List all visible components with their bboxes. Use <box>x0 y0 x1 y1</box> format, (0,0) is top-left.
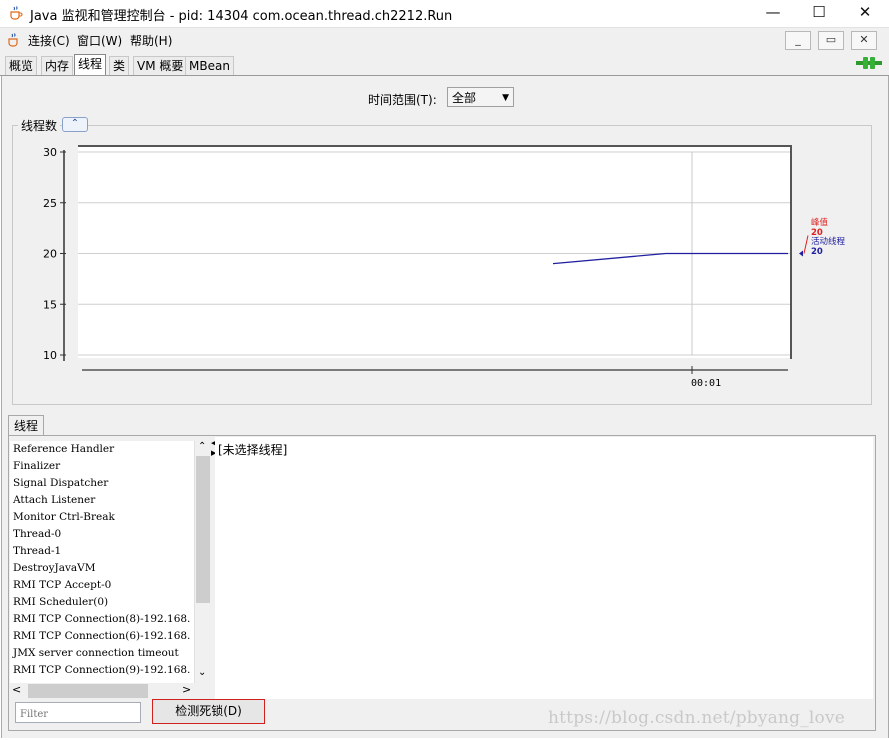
y-tick-label: 30 <box>43 146 57 159</box>
thread-list-horizontal-scrollbar[interactable]: < > <box>10 683 194 699</box>
time-range-value: 全部 <box>452 91 477 105</box>
peak-leader-line <box>803 235 809 254</box>
tab-overview[interactable]: 概览 <box>5 56 38 75</box>
y-tick-label: 15 <box>43 298 57 311</box>
title-bar: Java 监视和管理控制台 - pid: 14304 com.ocean.thr… <box>0 0 889 26</box>
detect-deadlock-button[interactable]: 检测死锁(D) <box>152 699 265 724</box>
time-range-select[interactable]: 全部 ▼ <box>447 87 514 107</box>
thread-list-item[interactable]: Thread-0 <box>13 528 61 540</box>
inner-minimize-button[interactable]: _ <box>785 31 811 50</box>
minimize-button[interactable]: — <box>750 0 796 26</box>
y-tick-label: 10 <box>43 349 57 362</box>
vertical-scroll-thumb[interactable] <box>196 456 210 603</box>
thread-list[interactable]: Reference Handler Finalizer Signal Dispatc… <box>10 441 196 683</box>
thread-list-item[interactable]: RMI TCP Connection(8)-192.168. <box>13 613 190 625</box>
thread-list-item[interactable]: RMI TCP Connection(6)-192.168. <box>13 630 190 642</box>
chevron-down-icon: ▼ <box>502 93 509 103</box>
inner-restore-button[interactable]: ▭ <box>818 31 844 50</box>
chart-title: 线程数 <box>18 117 61 134</box>
scroll-down-icon[interactable]: ⌄ <box>198 667 206 678</box>
chevron-up-icon: ⌃ <box>70 118 80 129</box>
thread-list-item[interactable]: RMI Scheduler(0) <box>13 596 108 608</box>
thread-list-item[interactable]: RMI TCP Connection(9)-192.168. <box>13 664 190 676</box>
plot-area <box>78 145 792 358</box>
legend-value: 20 <box>811 247 823 257</box>
inner-close-button[interactable]: ✕ <box>851 31 877 50</box>
thread-list-item[interactable]: JMX server connection timeout <box>13 647 179 659</box>
thread-list-item[interactable]: Thread-1 <box>13 545 61 557</box>
collapse-chart-button[interactable]: ⌃ <box>62 117 88 132</box>
connection-status-icon <box>856 56 882 70</box>
java-coffee-icon <box>6 32 22 48</box>
close-button[interactable]: ✕ <box>842 0 888 26</box>
threads-subtab[interactable]: 线程 <box>8 415 45 436</box>
thread-list-item[interactable]: Attach Listener <box>13 494 95 506</box>
thread-list-vertical-scrollbar[interactable]: ⌃ ⌄ <box>194 441 211 683</box>
thread-list-item[interactable]: Reference Handler <box>13 443 114 455</box>
menu-connect[interactable]: 连接(C) <box>28 32 70 49</box>
menu-window[interactable]: 窗口(W) <box>77 32 122 49</box>
tab-threads[interactable]: 线程 <box>74 54 107 75</box>
thread-list-item[interactable]: Signal Dispatcher <box>13 477 108 489</box>
window-title: Java 监视和管理控制台 - pid: 14304 com.ocean.thr… <box>30 9 453 24</box>
time-range-label: 时间范围(T): <box>368 93 437 107</box>
tab-mbean[interactable]: MBean <box>185 56 234 75</box>
filter-input[interactable] <box>15 702 141 723</box>
menu-help[interactable]: 帮助(H) <box>130 32 172 49</box>
menu-bar: 连接(C) 窗口(W) 帮助(H) _ ▭ ✕ <box>0 27 889 52</box>
thread-list-item[interactable]: RMI TCP Accept-0 <box>13 579 111 591</box>
horizontal-scroll-thumb[interactable] <box>28 684 148 698</box>
x-tick-label: 00:01 <box>691 378 721 389</box>
thread-count-chart: 101520253000:01峰值20活动线程20 <box>43 145 846 389</box>
legend-label: 活动线程 <box>811 236 846 247</box>
thread-detail-text: [未选择线程] <box>218 443 288 457</box>
thread-list-item[interactable]: Monitor Ctrl-Break <box>13 511 115 523</box>
tab-classes[interactable]: 类 <box>109 56 130 75</box>
scroll-up-icon[interactable]: ⌃ <box>198 441 206 452</box>
thread-list-item[interactable]: Finalizer <box>13 460 60 472</box>
scroll-left-icon[interactable]: < <box>12 683 21 696</box>
tab-bar: 概览 内存 线程 类 VM 概要 MBean <box>0 52 889 76</box>
thread-detail-area[interactable] <box>215 437 873 699</box>
watermark-text: https://blog.csdn.net/pbyang_love <box>548 708 846 728</box>
y-tick-label: 25 <box>43 197 57 210</box>
legend-label: 峰值 <box>811 217 829 228</box>
maximize-button[interactable]: ☐ <box>796 0 842 26</box>
java-coffee-icon <box>8 5 24 21</box>
series-end-marker <box>799 250 803 257</box>
y-tick-label: 20 <box>43 248 57 261</box>
tab-memory[interactable]: 内存 <box>41 56 74 75</box>
thread-list-item[interactable]: DestroyJavaVM <box>13 562 96 574</box>
scroll-right-icon[interactable]: > <box>182 683 191 696</box>
tab-vm-summary[interactable]: VM 概要 <box>133 56 188 75</box>
